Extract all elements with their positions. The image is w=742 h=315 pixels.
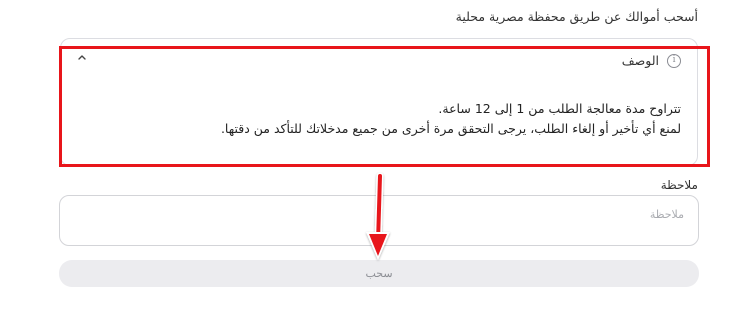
withdraw-title: أسحب أموالك عن طريق محفظة مصرية محلية <box>455 9 698 24</box>
info-icon: i <box>667 53 681 68</box>
description-line-1: تتراوح مدة معالجة الطلب من 1 إلى 12 ساعة… <box>438 101 681 116</box>
note-input[interactable]: ملاحظة <box>59 195 699 246</box>
withdraw-page: أسحب أموالك عن طريق محفظة مصرية محلية i … <box>0 0 742 315</box>
note-placeholder: ملاحظة <box>649 208 684 221</box>
withdraw-button[interactable]: سحب <box>59 260 699 287</box>
description-body: تتراوح مدة معالجة الطلب من 1 إلى 12 ساعة… <box>77 99 681 139</box>
description-line-2: لمنع أي تأخير أو إلغاء الطلب، يرجى التحق… <box>220 121 681 136</box>
description-title: الوصف <box>621 53 659 68</box>
note-label: ملاحظة <box>660 178 698 192</box>
chevron-up-icon[interactable] <box>77 52 87 62</box>
description-header[interactable]: i الوصف <box>622 53 681 68</box>
description-card: i الوصف تتراوح مدة معالجة الطلب من 1 إلى… <box>60 38 698 166</box>
